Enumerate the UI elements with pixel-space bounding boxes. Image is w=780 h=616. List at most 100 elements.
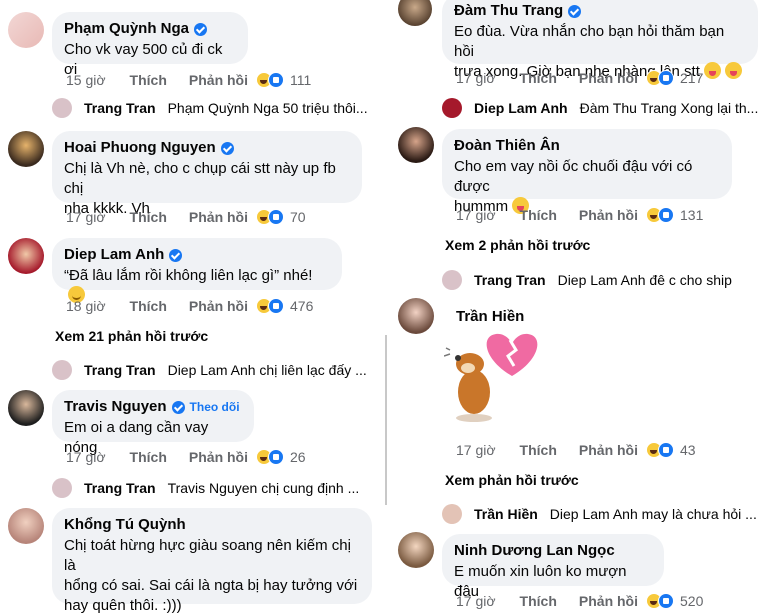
comment-time[interactable]: 17 giờ (456, 70, 496, 86)
comment-bubble: Travis Nguyen Theo dõi Em oi a dang cần v… (52, 390, 254, 456)
comment-actions: 17 giờ Thích Phản hồi 131 (456, 207, 703, 223)
avatar (442, 270, 462, 290)
reply-author: Trần Hiền (474, 506, 538, 522)
reaction-count: 217 (680, 70, 704, 86)
reaction-summary[interactable] (256, 209, 285, 225)
comment-time[interactable]: 15 giờ (66, 72, 106, 88)
comment-bubble: Diep Lam Anh “Đã lâu lắm rồi không liên … (52, 238, 342, 303)
avatar[interactable] (398, 298, 434, 334)
reply-preview[interactable]: Trang Tran Diep Lam Anh chị liên lạc đấy… (52, 360, 367, 380)
broken-heart-sticker (486, 333, 538, 376)
avatar[interactable] (8, 508, 44, 544)
reaction-summary[interactable] (256, 298, 285, 314)
follow-button[interactable]: Theo dõi (190, 398, 240, 416)
reply-button[interactable]: Phản hồi (189, 449, 248, 465)
comment-time[interactable]: 17 giờ (456, 207, 496, 223)
like-button[interactable]: Thích (520, 442, 557, 458)
like-reaction-icon (268, 449, 285, 465)
comment-bubble: Đàm Thu Trang Eo đùa. Vừa nhắn cho bạn h… (442, 0, 758, 80)
comment-time[interactable]: 17 giờ (456, 442, 496, 458)
comment-time[interactable]: 18 giờ (66, 298, 106, 314)
like-reaction-icon (658, 207, 675, 223)
avatar[interactable] (398, 532, 434, 568)
tongue-emoji-icon (724, 62, 742, 79)
avatar[interactable] (398, 127, 434, 163)
comment-time[interactable]: 17 giờ (66, 449, 106, 465)
reply-preview[interactable]: Trần Hiền Diep Lam Anh may là chưa hỏi .… (442, 504, 757, 524)
like-button[interactable]: Thích (130, 298, 167, 314)
comment-time[interactable]: 17 giờ (66, 209, 106, 225)
reaction-summary[interactable] (256, 72, 285, 88)
comment-author[interactable]: Ninh Dương Lan Ngọc (454, 542, 615, 560)
like-button[interactable]: Thích (130, 72, 167, 88)
comment-actions: 17 giờ Thích Phản hồi 43 (456, 442, 696, 458)
like-button[interactable]: Thích (520, 70, 557, 86)
reply-button[interactable]: Phản hồi (579, 70, 638, 86)
reply-author: Trang Tran (84, 362, 156, 378)
reply-author: Trang Tran (474, 272, 546, 288)
comment-author[interactable]: Đàm Thu Trang (454, 2, 563, 20)
comment-text: “Đã lâu lắm rồi không liên lạc gì” nhé! (64, 267, 313, 284)
tongue-emoji-icon (703, 62, 721, 79)
comment-text: Eo đùa. Vừa nhắn cho bạn hỏi thăm bạn hồ… (454, 23, 725, 60)
reaction-count: 70 (290, 209, 306, 225)
verified-badge-icon (194, 22, 208, 36)
avatar[interactable] (8, 390, 44, 426)
reaction-summary[interactable] (646, 70, 675, 86)
reaction-summary[interactable] (646, 442, 675, 458)
like-button[interactable]: Thích (520, 207, 557, 223)
comment-actions: 17 giờ Thích Phản hồi 26 (66, 449, 306, 465)
avatar[interactable] (8, 238, 44, 274)
reply-preview[interactable]: Trang Tran Diep Lam Anh đê c cho ship (442, 270, 732, 290)
like-reaction-icon (268, 72, 285, 88)
like-reaction-icon (658, 70, 675, 86)
reply-button[interactable]: Phản hồi (189, 298, 248, 314)
reply-button[interactable]: Phản hồi (579, 442, 638, 458)
comment-author[interactable]: Khổng Tú Quỳnh (64, 516, 186, 534)
reply-text: Đàm Thu Trang Xong lại th... (579, 100, 759, 116)
comment-author[interactable]: Diep Lam Anh (64, 246, 164, 264)
verified-badge-icon (568, 4, 582, 18)
reply-preview[interactable]: Trang Tran Travis Nguyen chị cung định .… (52, 478, 359, 498)
avatar[interactable] (8, 12, 44, 48)
comment-bubble: Khổng Tú Quỳnh Chị toát hừng hực giàu so… (52, 508, 372, 614)
reply-author: Trang Tran (84, 480, 156, 496)
reply-author: Diep Lam Anh (474, 100, 568, 116)
comment-author[interactable]: Đoàn Thiên Ân (454, 137, 560, 155)
view-previous-replies[interactable]: Xem phản hồi trước (445, 472, 579, 488)
comment-text: Chị toát hừng hực giàu soang nên kiếm ch… (64, 537, 351, 574)
like-reaction-icon (658, 442, 675, 458)
comment-author-row: Trần Hiền (456, 308, 524, 326)
reply-preview[interactable]: Trang Tran Phạm Quỳnh Nga 50 triệu thôi.… (52, 98, 368, 118)
avatar[interactable] (398, 0, 432, 26)
view-previous-replies[interactable]: Xem 21 phản hồi trước (55, 328, 208, 344)
like-button[interactable]: Thích (130, 209, 167, 225)
comment-author[interactable]: Travis Nguyen (64, 398, 167, 416)
comment-text: hay quên thôi. :))) (64, 597, 182, 614)
like-button[interactable]: Thích (130, 449, 167, 465)
verified-badge-icon (171, 400, 185, 414)
comment-author[interactable]: Trần Hiền (456, 308, 524, 326)
reply-text: Travis Nguyen chị cung định ... (167, 480, 360, 496)
reply-preview[interactable]: Diep Lam Anh Đàm Thu Trang Xong lại th..… (442, 98, 758, 118)
reply-button[interactable]: Phản hồi (579, 207, 638, 223)
reaction-summary[interactable] (256, 449, 285, 465)
avatar (442, 504, 462, 524)
avatar[interactable] (8, 131, 44, 167)
avatar (52, 98, 72, 118)
like-reaction-icon (268, 209, 285, 225)
view-previous-replies[interactable]: Xem 2 phản hồi trước (445, 237, 590, 253)
reaction-count: 43 (680, 442, 696, 458)
reaction-summary[interactable] (646, 207, 675, 223)
reaction-count: 111 (290, 72, 312, 88)
dog-sticker (444, 333, 538, 422)
reply-button[interactable]: Phản hồi (189, 209, 248, 225)
comment-actions: 15 giờ Thích Phản hồi 111 (66, 72, 311, 88)
comment-author[interactable]: Hoai Phuong Nguyen (64, 139, 216, 157)
reply-button[interactable]: Phản hồi (189, 72, 248, 88)
comment-bubble: Phạm Quỳnh Nga Cho vk vay 500 củ đi ck ơ… (52, 12, 248, 78)
reaction-count: 476 (290, 298, 314, 314)
comment-author[interactable]: Phạm Quỳnh Nga (64, 20, 189, 38)
reply-text: Phạm Quỳnh Nga 50 triệu thôi... (167, 100, 368, 116)
reply-text: Diep Lam Anh chị liên lạc đấy ... (167, 362, 367, 378)
